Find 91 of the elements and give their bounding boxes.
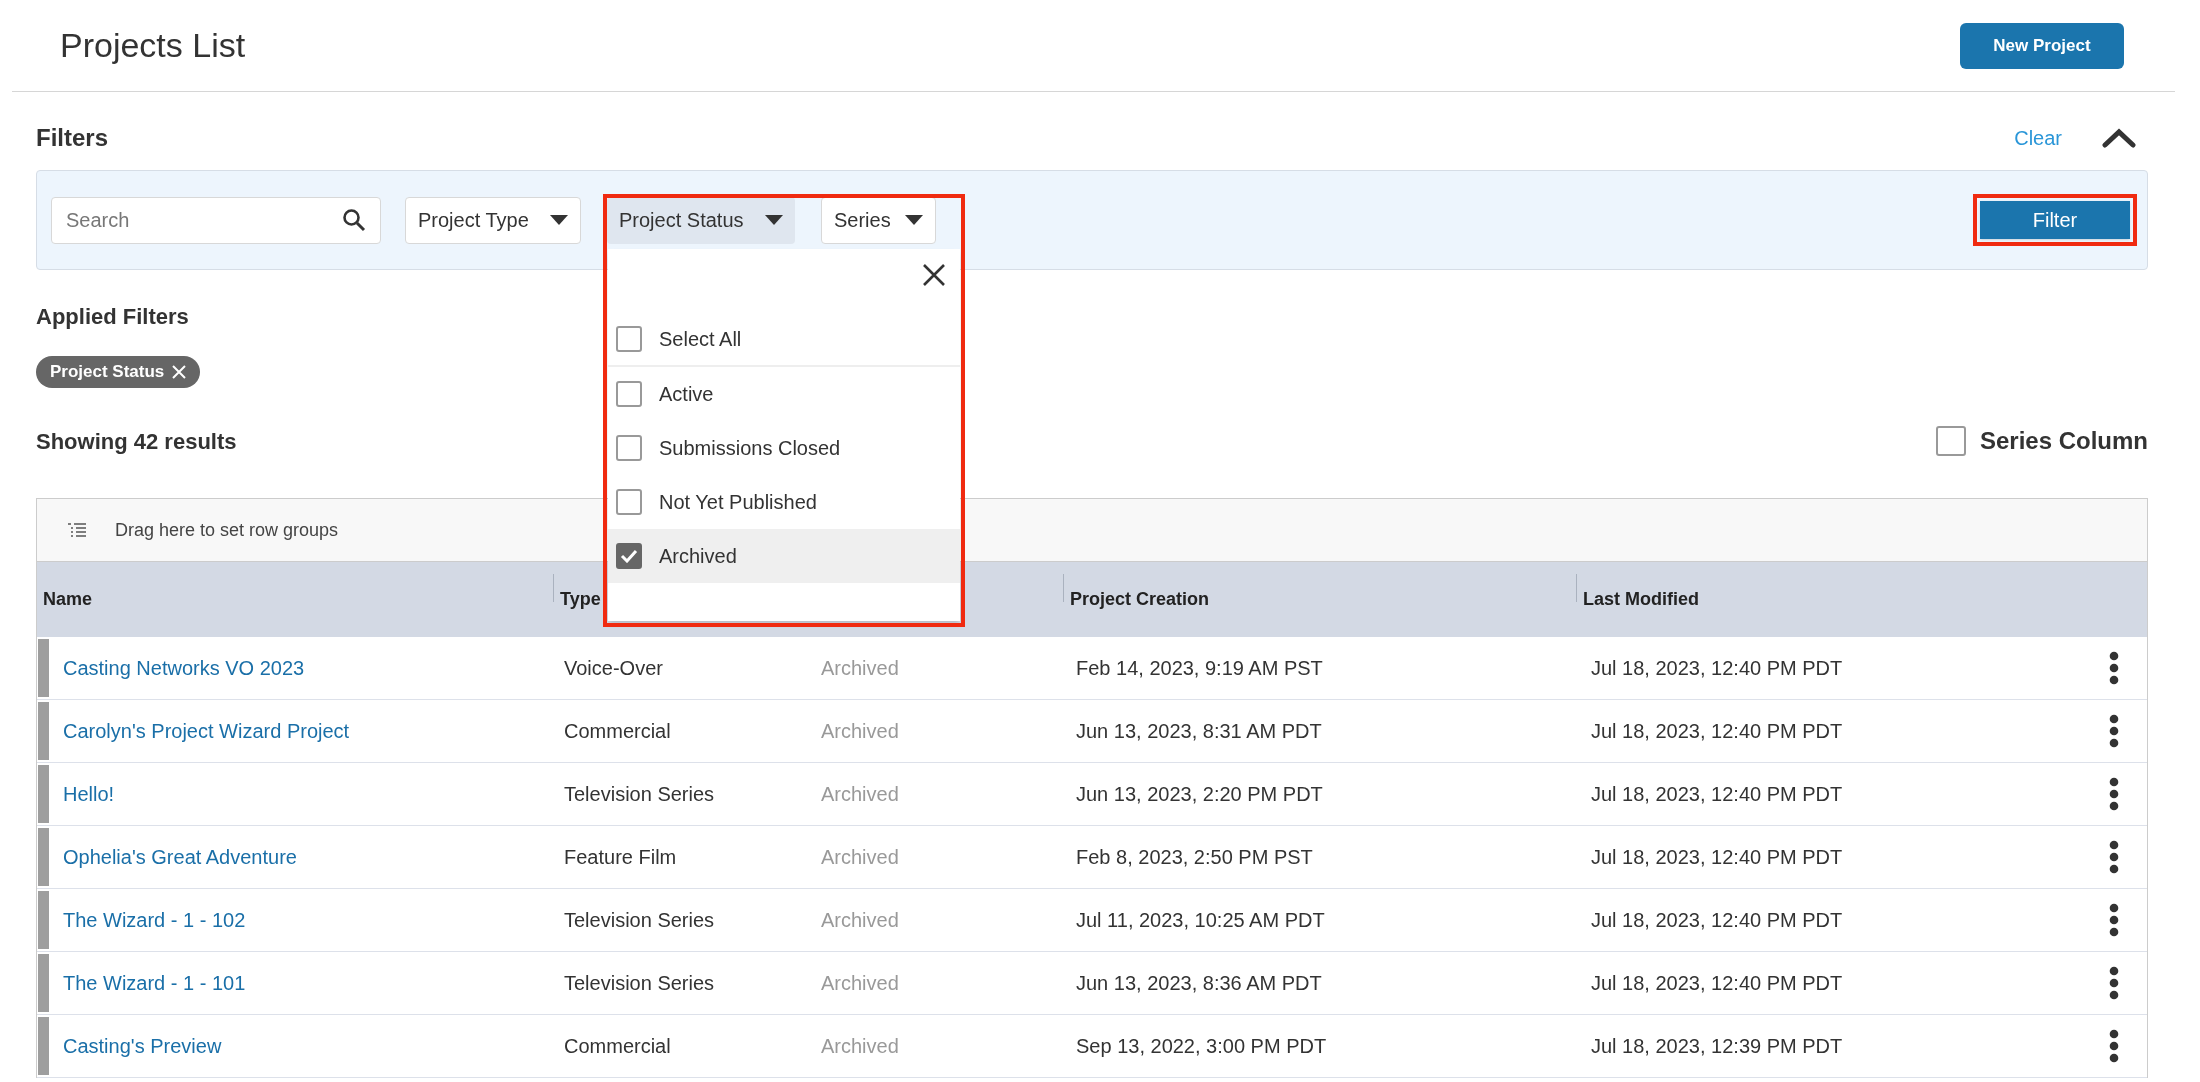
table-cell-text: Feb 14, 2023, 9:19 AM PST: [1076, 656, 1323, 681]
column-header[interactable]: Name: [37, 586, 93, 613]
table-cell-text: Jun 13, 2023, 8:31 AM PDT: [1076, 719, 1322, 744]
project-link[interactable]: Casting Networks VO 2023: [63, 653, 305, 683]
menu-option[interactable]: Active: [608, 366, 960, 421]
option-label: Not Yet Published: [659, 489, 817, 515]
option-label: Select All: [659, 327, 742, 352]
more-options-icon[interactable]: [2109, 1029, 2119, 1063]
project-link[interactable]: Casting's Preview: [63, 1031, 222, 1061]
results-count: Showing 42 results: [36, 427, 237, 456]
table-cell-text: Television Series: [564, 908, 715, 933]
new-project-button[interactable]: New Project: [1960, 22, 2124, 69]
checkbox[interactable]: [616, 380, 642, 407]
group-hint: Drag here to set row groups: [115, 518, 339, 542]
option-label: Active: [659, 381, 714, 407]
table-cell-text: Commercial: [564, 1034, 671, 1059]
menu-option[interactable]: Archived: [608, 528, 960, 583]
table-cell-text: Television Series: [564, 782, 715, 807]
table-cell-text: Jul 18, 2023, 12:39 PM PDT: [1591, 1034, 1843, 1059]
project-link[interactable]: Carolyn's Project Wizard Project: [63, 716, 350, 746]
checkbox[interactable]: [616, 542, 642, 569]
project-link[interactable]: The Wizard - 1 - 102: [63, 905, 246, 935]
table-cell-text: Jul 18, 2023, 12:40 PM PDT: [1591, 971, 1843, 996]
section-title: Applied Filters: [36, 303, 190, 331]
table-cell-text: Jul 18, 2023, 12:40 PM PDT: [1591, 908, 1843, 933]
project-link[interactable]: The Wizard - 1 - 101: [63, 968, 246, 998]
more-options-icon[interactable]: [2109, 966, 2119, 1000]
checkbox[interactable]: [616, 488, 642, 515]
table-cell-text: Archived: [821, 1034, 899, 1059]
table-cell-text: Archived: [821, 719, 899, 744]
row-marker: [38, 891, 49, 949]
table-cell-text: Commercial: [564, 719, 671, 744]
table-cell-text: Television Series: [564, 971, 715, 996]
search-input[interactable]: Search: [66, 205, 342, 235]
table-cell-text: Jul 18, 2023, 12:40 PM PDT: [1591, 782, 1843, 807]
search-field[interactable]: Search: [51, 196, 381, 244]
page-title: Projects List: [59, 25, 246, 66]
table-cell-text: Jul 18, 2023, 12:40 PM PDT: [1591, 719, 1843, 744]
checkbox[interactable]: [616, 434, 642, 461]
close-icon[interactable]: [922, 262, 946, 287]
table-cell-text: Jun 13, 2023, 8:36 AM PDT: [1076, 971, 1322, 996]
more-options-icon[interactable]: [2109, 840, 2119, 874]
table-cell-text: Voice-Over: [564, 656, 663, 681]
caret-icon: [905, 215, 923, 225]
checkbox[interactable]: [1935, 426, 1966, 456]
column-header[interactable]: Type: [554, 586, 601, 613]
project-link[interactable]: Ophelia's Great Adventure: [63, 842, 297, 872]
caret-icon: [765, 215, 783, 225]
row-marker: [38, 639, 49, 697]
option-label: Archived: [659, 543, 737, 569]
menu-option[interactable]: Submissions Closed: [608, 420, 960, 475]
filter-chip[interactable]: Project Status: [36, 356, 201, 388]
row-marker: [38, 954, 49, 1012]
more-options-icon[interactable]: [2109, 903, 2119, 937]
checkbox-label: Series Column: [1979, 426, 2148, 456]
checkmark-icon: [620, 548, 638, 563]
dropdown-button[interactable]: Project Status: [607, 196, 795, 244]
table-cell-text: Feature Film: [564, 845, 677, 870]
row-marker: [38, 702, 49, 760]
more-options-icon[interactable]: [2109, 651, 2119, 685]
search-icon: [342, 208, 366, 232]
checkbox[interactable]: [616, 326, 642, 352]
chevron-up-icon[interactable]: [2102, 128, 2136, 148]
row-marker: [38, 1017, 49, 1075]
dropdown-button[interactable]: Series: [821, 196, 936, 244]
table-cell-text: Jul 18, 2023, 12:40 PM PDT: [1591, 845, 1843, 870]
filter-button[interactable]: Filter: [1980, 201, 2130, 239]
dropdown-button[interactable]: Project Type: [405, 196, 581, 244]
table-cell-text: Jul 11, 2023, 10:25 AM PDT: [1076, 908, 1325, 933]
section-title: Filters: [36, 123, 109, 153]
table-cell-text: Jul 18, 2023, 12:40 PM PDT: [1591, 656, 1843, 681]
column-header[interactable]: Project Creation: [1064, 586, 1210, 613]
table-cell-text: Jun 13, 2023, 2:20 PM PDT: [1076, 782, 1323, 807]
menu-option[interactable]: Select All: [608, 313, 960, 367]
table-cell-text: Sep 13, 2022, 3:00 PM PDT: [1076, 1034, 1327, 1059]
column-header[interactable]: Last Modified: [1577, 586, 1699, 613]
row-marker: [38, 765, 49, 823]
more-options-icon[interactable]: [2109, 777, 2119, 811]
caret-icon: [550, 215, 568, 225]
list-icon: [67, 522, 87, 538]
table-cell-text: Feb 8, 2023, 2:50 PM PST: [1076, 845, 1313, 870]
menu-option[interactable]: Not Yet Published: [608, 474, 960, 529]
row-marker: [38, 828, 49, 886]
option-label: Submissions Closed: [659, 435, 841, 461]
more-options-icon[interactable]: [2109, 714, 2119, 748]
project-link[interactable]: Hello!: [63, 779, 115, 809]
table-cell-text: Archived: [821, 656, 899, 681]
table-cell-text: Archived: [821, 782, 899, 807]
table-cell-text: Archived: [821, 971, 899, 996]
table-cell-text: Archived: [821, 908, 899, 933]
table-cell-text: Archived: [821, 845, 899, 870]
